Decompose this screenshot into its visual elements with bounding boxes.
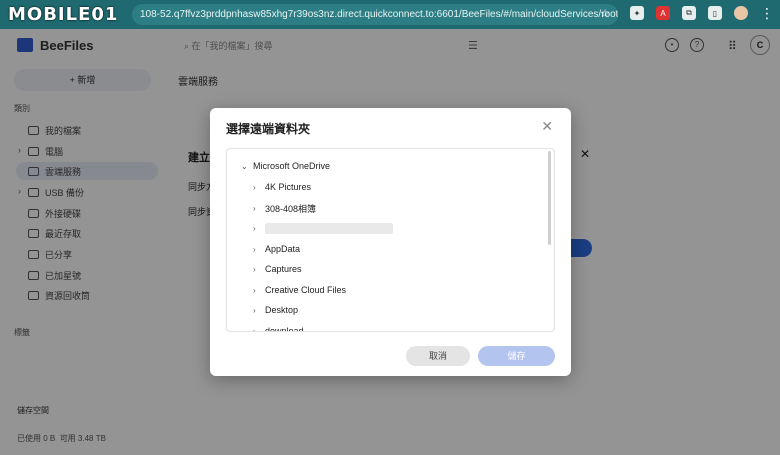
cancel-button[interactable]: 取消 [406, 346, 470, 366]
close-icon[interactable]: ✕ [541, 118, 553, 135]
folder-item[interactable]: › AppData [253, 244, 300, 254]
folder-label: Captures [265, 264, 302, 274]
tree-root-label: Microsoft OneDrive [253, 161, 331, 171]
folder-item[interactable]: › 308-408相簿 [253, 202, 316, 215]
folder-label: 4K Pictures [265, 182, 312, 192]
dialog-title: 選擇遠端資料夾 [226, 122, 311, 136]
folder-item[interactable]: › 4K Pictures [253, 182, 311, 192]
chevron-right-icon[interactable]: › [253, 224, 265, 233]
chevron-right-icon[interactable]: › [253, 245, 265, 254]
folder-label: Desktop [265, 305, 299, 315]
browser-menu-icon[interactable]: ⋮ [760, 6, 774, 20]
puzzle-extensions-icon[interactable]: ⧉ [682, 6, 696, 20]
folder-item[interactable]: › [253, 223, 393, 234]
tree-root-onedrive[interactable]: ⌄ Microsoft OneDrive [241, 161, 330, 171]
folder-item[interactable]: › Desktop [253, 305, 298, 315]
tree-scrollbar[interactable] [548, 151, 551, 245]
profile-avatar-icon[interactable] [734, 6, 748, 20]
extension-icons: ✦ A ⧉ ▯ ⋮ [630, 6, 774, 20]
select-remote-folder-dialog: 選擇遠端資料夾 ✕ ⌄ Microsoft OneDrive › 4K Pictu… [210, 108, 571, 376]
browser-toolbar: MOBILE01 108-52.q7ffvz3prddpnhasw85xhg7r… [0, 0, 780, 29]
chevron-right-icon[interactable]: › [253, 306, 265, 315]
folder-label: download [265, 326, 304, 332]
folder-item[interactable]: › download [253, 326, 304, 332]
folder-label: Creative Cloud Files [265, 285, 347, 295]
side-panel-icon[interactable]: ▯ [708, 6, 722, 20]
chevron-right-icon[interactable]: › [253, 286, 265, 295]
chevron-right-icon[interactable]: › [253, 183, 265, 192]
pdf-extension-icon[interactable]: A [656, 6, 670, 20]
chevron-right-icon[interactable]: › [253, 265, 265, 274]
url-text: 108-52.q7ffvz3prddpnhasw85xhg7r39os3nz.d… [140, 9, 618, 20]
translate-extension-icon[interactable]: ✦ [630, 6, 644, 20]
chevron-down-icon[interactable]: ⌄ [241, 162, 253, 171]
watermark-logo: MOBILE01 [8, 4, 119, 25]
bookmark-star-icon[interactable]: ☆ [600, 4, 610, 25]
chevron-right-icon[interactable]: › [253, 204, 265, 213]
address-bar[interactable]: 108-52.q7ffvz3prddpnhasw85xhg7r39os3nz.d… [132, 4, 618, 25]
chevron-right-icon[interactable]: › [253, 327, 265, 332]
save-button[interactable]: 儲存 [478, 346, 555, 366]
folder-tree: ⌄ Microsoft OneDrive › 4K Pictures › 308-4… [226, 148, 555, 332]
folder-item[interactable]: › Captures [253, 264, 302, 274]
folder-item[interactable]: › Creative Cloud Files [253, 285, 346, 295]
folder-label: 308-408相簿 [265, 204, 317, 214]
folder-label: AppData [265, 244, 301, 254]
redacted-folder-name [265, 223, 393, 234]
